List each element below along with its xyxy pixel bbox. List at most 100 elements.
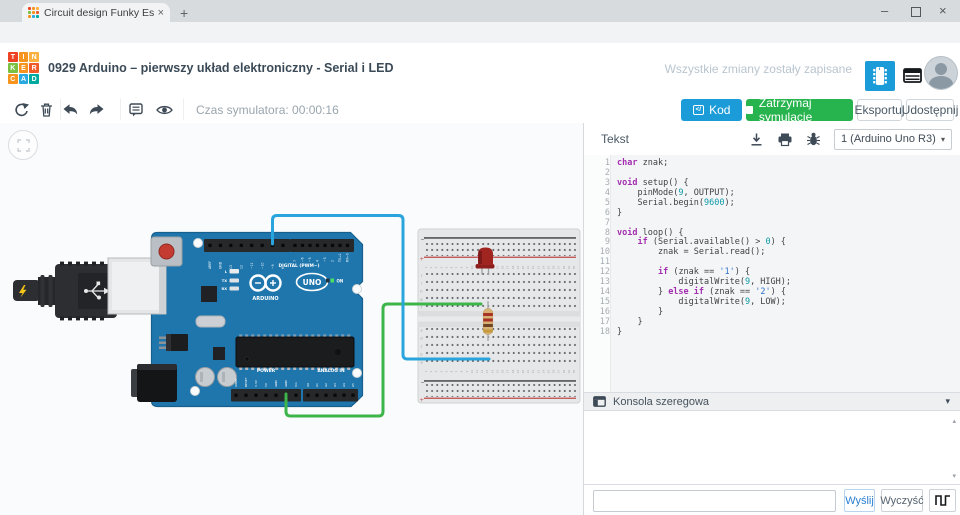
tinkercad-logo[interactable]: TIN KER CAD <box>8 52 39 84</box>
svg-text:25: 25 <box>546 370 550 374</box>
code-line: 7 <box>604 217 610 228</box>
small-chip <box>213 347 225 360</box>
browser-titlebar: Circuit design Funky Esboo | Tink × + – … <box>0 0 960 22</box>
console-window-icon <box>593 396 606 407</box>
breadboard[interactable]: − + 123456789101112131415161718192021222… <box>417 228 581 404</box>
share-button[interactable]: Udostępnij <box>902 99 958 121</box>
board-selector[interactable]: 1 (Arduino Uno R3) ▾ <box>834 128 952 150</box>
usb-cable[interactable] <box>13 261 117 321</box>
code-editor[interactable]: 1 char znak; 2 3 void setup() {4 pinMode(9, … <box>584 155 960 392</box>
redo-icon[interactable] <box>88 102 105 117</box>
avatar-head <box>935 63 947 75</box>
logo-cell: I <box>18 52 29 62</box>
print-icon[interactable] <box>777 132 793 147</box>
debug-bug-icon[interactable] <box>806 131 821 147</box>
export-button[interactable]: Eksportuj <box>854 99 905 121</box>
svg-text:18: 18 <box>511 370 515 374</box>
svg-text:~3: ~3 <box>323 257 327 262</box>
svg-text:20: 20 <box>521 266 525 270</box>
window-minimize-button[interactable]: – <box>881 3 888 19</box>
circuit-canvas[interactable]: AREF GND 13 12 ~11 ~10 ~9 8 7 ~6 ~5 4 ~3 2 TX→1 RX←0 D… <box>0 123 583 515</box>
svg-text:10: 10 <box>470 370 474 374</box>
svg-text:AREF: AREF <box>208 261 212 269</box>
design-title[interactable]: 0929 Arduino – pierwszy układ elektronic… <box>48 61 393 75</box>
arduino-uno-board[interactable]: AREF GND 13 12 ~11 ~10 ~9 8 7 ~6 ~5 4 ~3 2 TX→1 RX←0 D… <box>107 231 364 408</box>
graph-button[interactable] <box>929 489 956 512</box>
new-tab-button[interactable]: + <box>180 5 188 21</box>
svg-text:A0: A0 <box>306 383 310 387</box>
code-line: 6} <box>604 207 623 218</box>
svg-text:~10: ~10 <box>260 262 264 269</box>
list-view-button[interactable] <box>903 68 922 88</box>
atmega-chip <box>235 334 355 370</box>
svg-text:28: 28 <box>562 266 566 270</box>
svg-text:24: 24 <box>541 266 545 270</box>
svg-text:c: c <box>421 344 423 348</box>
chevron-down-icon: ▾ <box>945 396 950 406</box>
digital-header-right[interactable] <box>290 239 354 252</box>
svg-text:~5: ~5 <box>308 257 312 262</box>
app-header: TIN KER CAD 0929 Arduino – pierwszy układ … <box>0 43 960 98</box>
toolbar-separator <box>60 99 61 120</box>
svg-text:30: 30 <box>572 370 576 374</box>
analog-label: ANALOG IN <box>317 368 345 374</box>
svg-text:2: 2 <box>331 260 335 262</box>
visibility-eye-icon[interactable] <box>155 102 174 118</box>
reset-button[interactable] <box>150 236 183 267</box>
rail-plus-top: + <box>420 257 425 263</box>
svg-text:19: 19 <box>516 266 520 270</box>
svg-text:1: 1 <box>424 370 428 372</box>
notes-icon[interactable] <box>128 102 144 118</box>
send-button[interactable]: Wyślij <box>844 489 875 512</box>
code-line: 11 <box>599 257 610 268</box>
svg-text:GND: GND <box>274 379 278 387</box>
logo-cell: A <box>18 74 29 84</box>
svg-text:3: 3 <box>434 266 438 268</box>
analog-header[interactable] <box>303 389 358 402</box>
svg-text:21: 21 <box>526 266 530 270</box>
serial-console-bar[interactable]: Konsola szeregowa ▾ <box>584 392 960 411</box>
logo-cell: T <box>8 52 18 62</box>
browser-tab[interactable]: Circuit design Funky Esboo | Tink × <box>22 3 170 22</box>
logo-cell: E <box>18 63 29 73</box>
svg-text:a: a <box>420 360 422 364</box>
board-selector-value: 1 (Arduino Uno R3) <box>841 133 936 145</box>
logo-cell: N <box>29 52 39 62</box>
svg-text:10: 10 <box>470 266 474 270</box>
tab-close-icon[interactable]: × <box>158 7 164 19</box>
svg-text:22: 22 <box>531 370 535 374</box>
delete-trash-icon[interactable] <box>39 102 54 118</box>
avatar-body <box>929 76 953 89</box>
edit-mode-selector[interactable]: Tekst <box>601 132 629 146</box>
svg-text:4: 4 <box>439 266 443 268</box>
svg-text:23: 23 <box>536 266 540 270</box>
svg-text:d: d <box>420 336 422 340</box>
scroll-up-icon[interactable]: ▴ <box>952 417 956 425</box>
serial-console-output[interactable]: ▴ ▾ <box>584 413 960 485</box>
scroll-down-icon[interactable]: ▾ <box>952 472 956 480</box>
svg-text:UNO: UNO <box>303 278 322 287</box>
avatar[interactable] <box>924 56 958 90</box>
download-icon[interactable] <box>749 132 764 147</box>
svg-text:7: 7 <box>455 370 459 372</box>
svg-text:j: j <box>420 273 422 277</box>
window-maximize-button[interactable] <box>911 7 921 17</box>
code-line: 9 if (Serial.available() > 0) { <box>604 237 786 248</box>
svg-text:GND: GND <box>219 261 223 269</box>
crystal-oscillator <box>195 315 226 328</box>
logo-cell: C <box>8 74 18 84</box>
clear-button[interactable]: Wyczyść <box>880 489 924 512</box>
digital-header-left[interactable] <box>204 239 290 252</box>
window-close-button[interactable]: × <box>939 3 947 19</box>
rotate-icon[interactable] <box>13 102 31 118</box>
svg-text:9: 9 <box>465 370 469 372</box>
components-chip-button[interactable] <box>865 61 895 91</box>
stop-simulation-button[interactable]: Zatrzymaj symulację <box>746 96 853 124</box>
code-button[interactable]: </ Kod <box>681 99 742 121</box>
serial-input[interactable] <box>593 489 836 512</box>
logo-cell: R <box>29 63 39 73</box>
undo-icon[interactable] <box>62 102 79 117</box>
svg-text:11: 11 <box>475 370 479 374</box>
svg-text:15: 15 <box>495 370 499 374</box>
svg-text:16: 16 <box>501 266 505 270</box>
